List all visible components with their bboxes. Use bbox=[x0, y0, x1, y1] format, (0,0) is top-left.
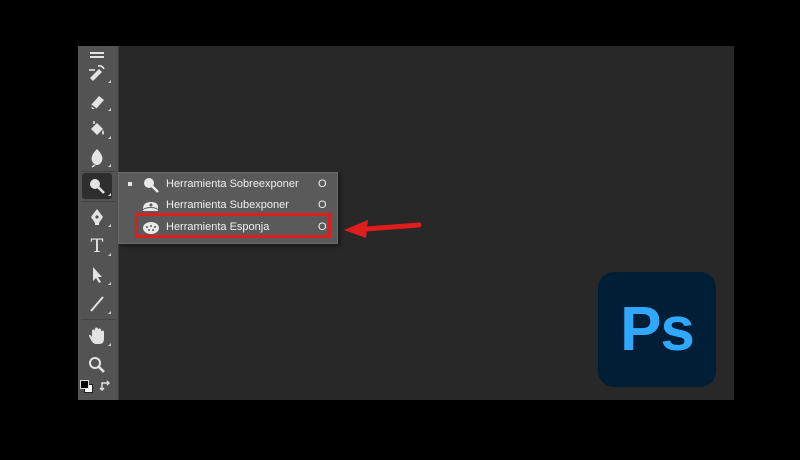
dodge-icon bbox=[141, 175, 161, 194]
dodge-icon[interactable] bbox=[82, 173, 112, 199]
swap-colors-icon[interactable] bbox=[99, 379, 113, 393]
toolbar-separator bbox=[81, 319, 115, 320]
logo-text: Ps bbox=[620, 295, 695, 364]
default-colors-icon[interactable] bbox=[80, 380, 94, 394]
shortcut-key: O bbox=[318, 199, 327, 211]
eraser-icon[interactable] bbox=[82, 88, 112, 114]
path-selection-icon[interactable] bbox=[82, 262, 112, 288]
blur-icon[interactable] bbox=[82, 144, 112, 170]
shortcut-key: O bbox=[318, 178, 327, 190]
selected-indicator bbox=[128, 182, 132, 186]
flyout-item-dodge[interactable]: Herramienta Sobreexponer O bbox=[119, 174, 337, 195]
toolbar-separator bbox=[81, 171, 115, 172]
flyout-item-label: Herramienta Sobreexponer bbox=[166, 178, 299, 190]
line-icon[interactable] bbox=[82, 291, 112, 317]
sponge-highlight-box bbox=[135, 213, 331, 238]
zoom-icon[interactable] bbox=[82, 352, 112, 378]
pen-icon[interactable] bbox=[82, 204, 112, 230]
toolbar-separator bbox=[81, 201, 115, 202]
photoshop-logo: Ps bbox=[598, 272, 716, 387]
history-brush-icon[interactable] bbox=[82, 60, 112, 86]
flyout-item-label: Herramienta Subexponer bbox=[166, 199, 289, 211]
tools-panel: T bbox=[78, 46, 119, 400]
type-icon[interactable]: T bbox=[82, 233, 112, 259]
hand-icon[interactable] bbox=[82, 323, 112, 349]
paint-bucket-icon[interactable] bbox=[82, 116, 112, 142]
red-arrow-icon bbox=[344, 220, 422, 238]
